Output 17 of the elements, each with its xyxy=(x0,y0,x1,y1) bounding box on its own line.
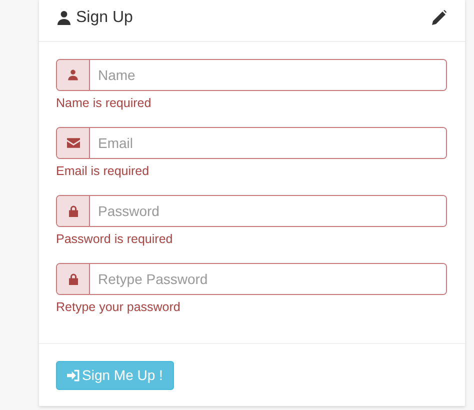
sign-up-button[interactable]: Sign Me Up ! xyxy=(56,360,174,390)
error-message: Name is required xyxy=(56,96,152,110)
lock-icon xyxy=(68,205,78,217)
lock-icon xyxy=(68,273,78,285)
error-message: Email is required xyxy=(56,164,150,178)
envelope-icon xyxy=(66,138,80,148)
input-field[interactable]: Email xyxy=(56,127,447,159)
input-field[interactable]: Name xyxy=(56,59,447,91)
panel-title: Sign Up xyxy=(76,8,133,26)
user-icon xyxy=(56,10,72,26)
pencil-icon[interactable] xyxy=(431,10,447,26)
user-icon xyxy=(67,69,79,81)
input-field[interactable]: Retype Password xyxy=(56,263,447,295)
sign-in-icon xyxy=(67,368,80,382)
error-message: Password is required xyxy=(56,232,173,246)
error-message: Retype your password xyxy=(56,300,180,314)
input-field[interactable]: Password xyxy=(56,195,447,227)
